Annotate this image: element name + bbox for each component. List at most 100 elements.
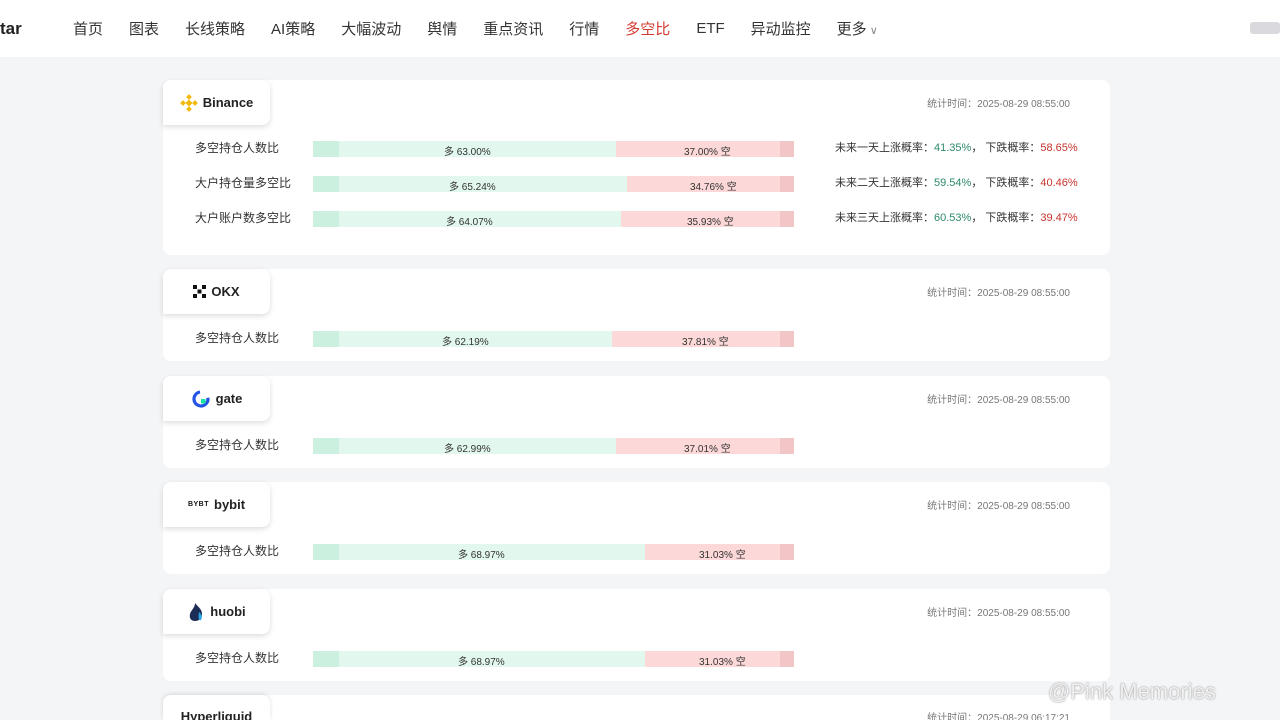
ratio-row: 大户账户数多空比 多 64.07% 35.93% 空 未来三天上涨概率：60.5…: [163, 208, 1110, 228]
exchange-tab-binance[interactable]: Binance: [163, 80, 270, 125]
stat-timestamp: 统计时间：2025-08-29 08:55:00: [927, 608, 1070, 619]
long-short-bar: 多 68.97% 31.03% 空: [313, 651, 794, 667]
exchange-name: Binance: [202, 95, 254, 110]
ratio-row-label: 大户账户数多空比: [195, 211, 292, 225]
probability-separator: ， 下跌概率：: [971, 177, 1041, 189]
short-segment-tail: [780, 651, 794, 667]
short-percent-label: 37.01% 空: [684, 444, 731, 454]
short-percent-label: 37.00% 空: [684, 147, 731, 157]
exchange-card-okx: OKX 统计时间：2025-08-29 08:55:00 多空持仓人数比 多 6…: [163, 269, 1110, 361]
nav-more-label: 更多: [836, 21, 867, 38]
long-percent-label: 多 65.24%: [449, 182, 496, 192]
probability-forecast: 未来二天上涨概率：59.54%， 下跌概率：40.46%: [835, 174, 1078, 190]
long-segment-head: [313, 141, 339, 157]
nav-item-home[interactable]: 首页: [73, 18, 103, 39]
down-probability: 40.46%: [1040, 177, 1078, 189]
probability-separator: ， 下跌概率：: [971, 212, 1041, 224]
chevron-down-icon: ∨: [869, 25, 878, 37]
long-segment-head: [313, 544, 339, 560]
exchange-name: Hyperliquid: [180, 709, 253, 720]
exchange-card-huobi: huobi 统计时间：2025-08-29 08:55:00 多空持仓人数比 多…: [163, 589, 1110, 681]
short-percent-label: 34.76% 空: [690, 182, 737, 192]
nav-item-big-volatility[interactable]: 大幅波动: [341, 18, 401, 39]
long-short-bar: 多 62.19% 37.81% 空: [313, 331, 794, 347]
stat-timestamp: 统计时间：2025-08-29 08:55:00: [927, 501, 1070, 512]
long-percent-label: 多 68.97%: [458, 550, 505, 560]
probability-separator: ， 下跌概率：: [971, 142, 1041, 154]
ratio-row-label: 大户持仓量多空比: [195, 176, 292, 190]
exchange-tab-okx[interactable]: OKX: [163, 269, 270, 314]
long-segment-head: [313, 176, 339, 192]
down-probability: 39.47%: [1040, 212, 1078, 224]
ratio-row-label: 多空持仓人数比: [195, 331, 280, 345]
short-segment-tail: [780, 176, 794, 192]
nav-item-long-term-strategy[interactable]: 长线策略: [185, 18, 245, 39]
nav-item-market[interactable]: 行情: [569, 18, 599, 39]
exchange-name: bybit: [214, 497, 246, 512]
stat-timestamp: 统计时间：2025-08-29 06:17:21: [927, 713, 1070, 720]
ratio-row-label: 多空持仓人数比: [195, 544, 280, 558]
nav-item-charts[interactable]: 图表: [129, 18, 159, 39]
stat-timestamp: 统计时间：2025-08-29 08:55:00: [927, 99, 1070, 110]
brand-logo-text[interactable]: tar: [0, 19, 22, 39]
exchange-tab-huobi[interactable]: huobi: [163, 589, 270, 634]
probability-forecast: 未来一天上涨概率：41.35%， 下跌概率：58.65%: [835, 139, 1078, 155]
long-percent-label: 多 63.00%: [444, 147, 491, 157]
short-percent-label: 31.03% 空: [699, 657, 746, 667]
probability-forecast: 未来三天上涨概率：60.53%， 下跌概率：39.47%: [835, 209, 1078, 225]
long-percent-label: 多 62.99%: [444, 444, 491, 454]
probability-prefix: 未来三天上涨概率：: [835, 212, 934, 224]
long-segment-head: [313, 331, 339, 347]
nav-item-more[interactable]: 更多 ∨: [837, 18, 878, 39]
ratio-row: 大户持仓量多空比 多 65.24% 34.76% 空 未来二天上涨概率：59.5…: [163, 173, 1110, 193]
exchange-tab-hyperliquid[interactable]: Hyperliquid: [163, 695, 270, 720]
long-percent-label: 多 62.19%: [442, 337, 489, 347]
probability-prefix: 未来一天上涨概率：: [835, 142, 934, 154]
short-percent-label: 37.81% 空: [682, 337, 729, 347]
long-short-bar: 多 63.00% 37.00% 空: [313, 141, 794, 157]
ratio-row: 多空持仓人数比 多 62.99% 37.01% 空: [163, 435, 1110, 455]
main-nav: 首页 图表 长线策略 AI策略 大幅波动 舆情 重点资讯 行情 多空比 ETF …: [73, 0, 904, 57]
stat-timestamp: 统计时间：2025-08-29 08:55:00: [927, 395, 1070, 406]
stat-timestamp: 统计时间：2025-08-29 08:55:00: [927, 288, 1070, 299]
short-segment-tail: [780, 544, 794, 560]
probability-prefix: 未来二天上涨概率：: [835, 177, 934, 189]
nav-item-long-short-ratio[interactable]: 多空比: [625, 18, 670, 39]
ratio-row: 多空持仓人数比 多 68.97% 31.03% 空: [163, 648, 1110, 668]
long-segment-head: [313, 438, 339, 454]
exchange-tab-bybit[interactable]: BYBT bybit: [163, 482, 270, 527]
ratio-row: 多空持仓人数比 多 62.19% 37.81% 空: [163, 328, 1110, 348]
ratio-row-label: 多空持仓人数比: [195, 141, 280, 155]
up-probability: 60.53%: [934, 212, 972, 224]
nav-item-anomaly-monitor[interactable]: 异动监控: [751, 18, 811, 39]
watermark: @Pink Memories: [1048, 679, 1216, 704]
exchange-card-bybit: BYBT bybit 统计时间：2025-08-29 08:55:00 多空持仓…: [163, 482, 1110, 574]
short-segment-tail: [780, 141, 794, 157]
exchange-card-gate: gate 统计时间：2025-08-29 08:55:00 多空持仓人数比 多 …: [163, 376, 1110, 468]
short-percent-label: 35.93% 空: [687, 217, 734, 227]
exchange-name: huobi: [210, 604, 246, 619]
exchange-name: gate: [215, 391, 243, 406]
long-short-bar: 多 68.97% 31.03% 空: [313, 544, 794, 560]
short-percent-label: 31.03% 空: [699, 550, 746, 560]
exchange-card-hyperliquid: Hyperliquid 统计时间：2025-08-29 06:17:21: [163, 695, 1110, 720]
nav-item-ai-strategy[interactable]: AI策略: [271, 18, 315, 39]
nav-item-key-news[interactable]: 重点资讯: [483, 18, 543, 39]
okx-icon: [193, 285, 207, 298]
gate-icon: [191, 389, 211, 409]
up-probability: 59.54%: [934, 177, 972, 189]
short-segment-tail: [780, 211, 794, 227]
nav-item-sentiment[interactable]: 舆情: [427, 18, 457, 39]
long-percent-label: 多 68.97%: [458, 657, 505, 667]
ratio-row: 多空持仓人数比 多 63.00% 37.00% 空 未来一天上涨概率：41.35…: [163, 138, 1110, 158]
ratio-row: 多空持仓人数比 多 68.97% 31.03% 空: [163, 541, 1110, 561]
huobi-icon: [187, 602, 205, 622]
exchange-tab-gate[interactable]: gate: [163, 376, 270, 421]
exchange-name: OKX: [211, 284, 240, 299]
long-segment-head: [313, 651, 339, 667]
exchange-card-binance: Binance 统计时间：2025-08-29 08:55:00 多空持仓人数比…: [163, 80, 1110, 255]
long-short-bar: 多 64.07% 35.93% 空: [313, 211, 794, 227]
long-percent-label: 多 64.07%: [446, 217, 493, 227]
nav-item-etf[interactable]: ETF: [696, 20, 724, 37]
user-avatar[interactable]: [1250, 22, 1280, 34]
